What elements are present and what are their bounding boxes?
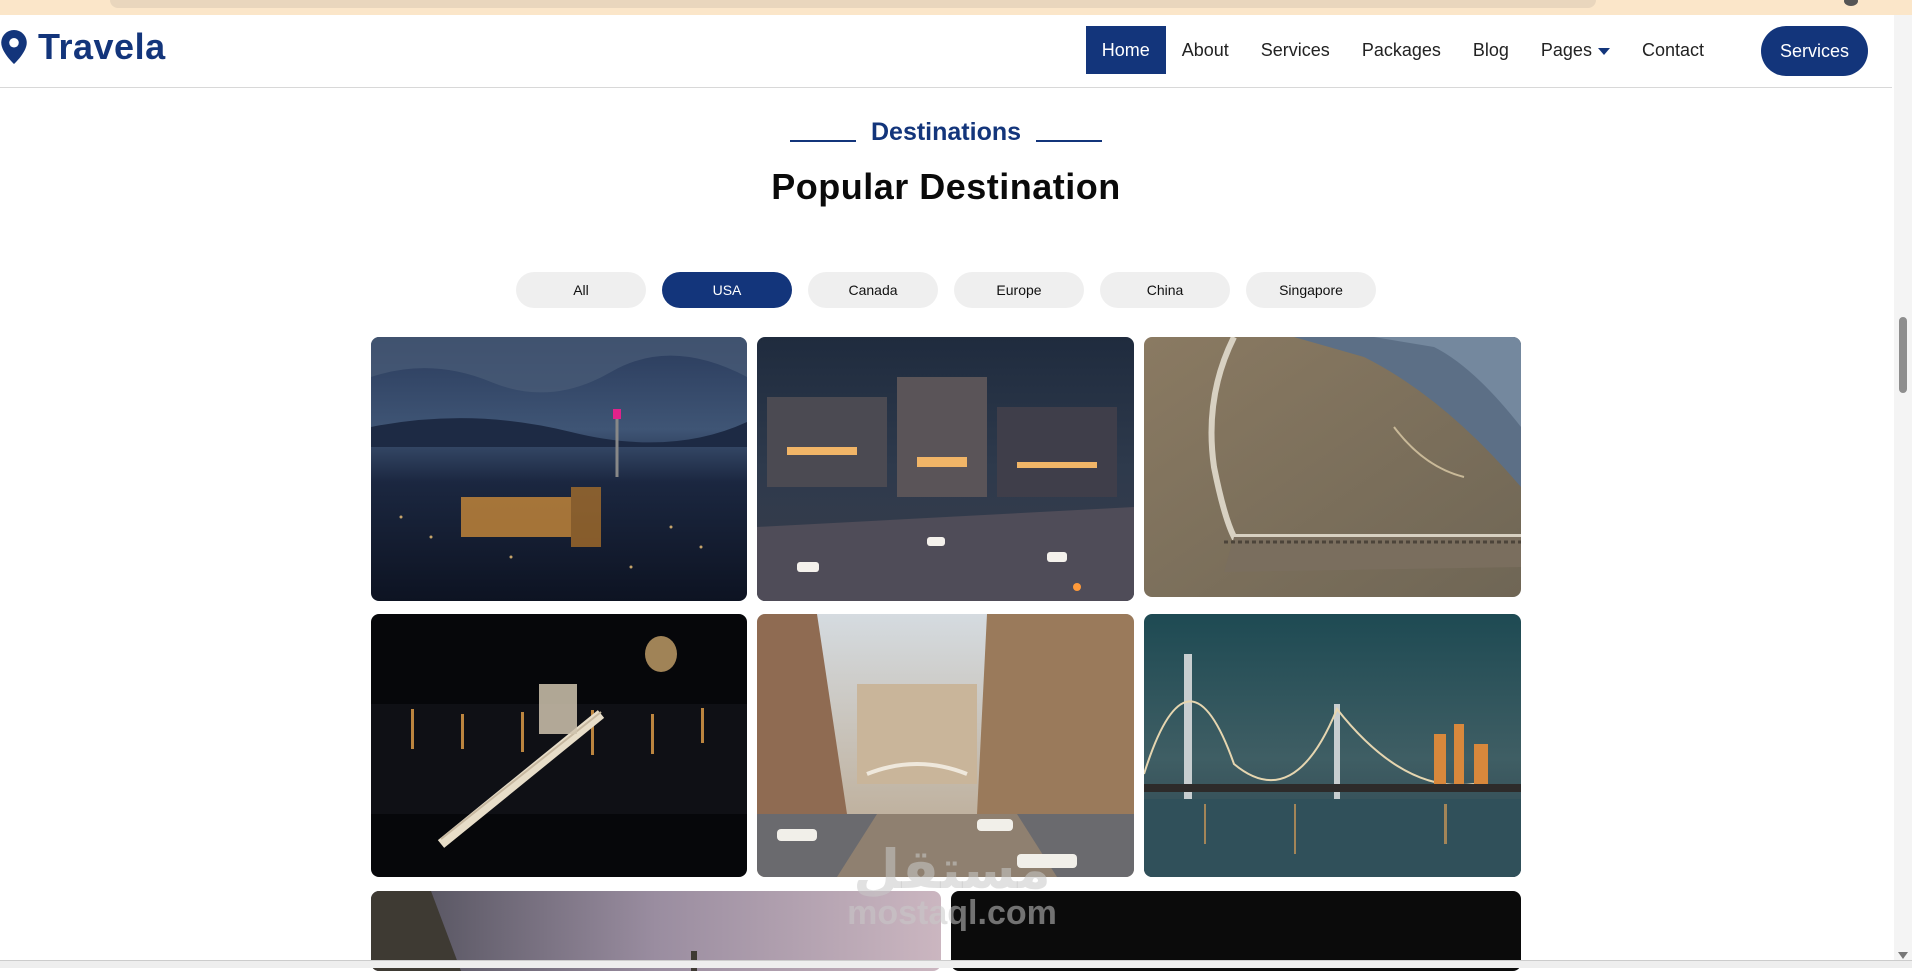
map-pin-icon (1, 30, 27, 64)
filter-all[interactable]: All (516, 272, 646, 308)
caret-down-icon (1597, 47, 1610, 55)
subtitle-rule-right (1035, 140, 1102, 143)
destination-image-great-wall[interactable] (1144, 337, 1521, 597)
destination-image-city-night[interactable] (371, 337, 747, 601)
watermark-arabic: مستقل (853, 838, 1051, 901)
scrollbar-thumb[interactable] (1899, 317, 1907, 393)
nav-services[interactable]: Services (1245, 26, 1346, 74)
section-subtitle: Destinations (0, 118, 1892, 147)
nav-about[interactable]: About (1166, 26, 1245, 74)
nav-pages-label: Pages (1540, 39, 1592, 60)
destination-image-town-square[interactable] (757, 337, 1134, 601)
filter-singapore[interactable]: Singapore (1246, 272, 1376, 308)
browser-top-strip (0, 0, 1912, 15)
destination-filters: All USA Canada Europe China Singapore (516, 272, 1376, 308)
scroll-down-arrow-icon[interactable] (1898, 952, 1908, 959)
filter-china[interactable]: China (1100, 272, 1230, 308)
subtitle-rule-left (790, 140, 857, 143)
destination-image-chain-bridge[interactable] (371, 614, 747, 877)
brand-name: Travela (38, 26, 166, 67)
watermark: مستقل mostaql.com (832, 838, 1072, 932)
nav-contact[interactable]: Contact (1626, 26, 1720, 74)
nav-blog[interactable]: Blog (1457, 26, 1525, 74)
page-scrollbar[interactable] (1894, 15, 1912, 967)
watermark-latin: mostaql.com (847, 894, 1057, 932)
navbar: Travela Home About Services Packages Blo… (0, 15, 1892, 88)
profile-icon[interactable] (1844, 0, 1858, 6)
nav-home[interactable]: Home (1085, 26, 1166, 74)
nav-pages-dropdown[interactable]: Pages (1525, 26, 1626, 74)
filter-usa[interactable]: USA (662, 272, 792, 308)
main-menu: Home About Services Packages Blog Pages … (1085, 26, 1720, 74)
nav-packages[interactable]: Packages (1346, 26, 1457, 74)
services-cta-button[interactable]: Services (1761, 26, 1868, 76)
section-subtitle-text: Destinations (870, 118, 1022, 146)
filter-canada[interactable]: Canada (808, 272, 938, 308)
filter-europe[interactable]: Europe (954, 272, 1084, 308)
brand[interactable]: Travela (0, 26, 166, 67)
address-bar[interactable] (110, 0, 1596, 8)
destination-image-bay-bridge[interactable] (1144, 614, 1521, 877)
section-title: Popular Destination (771, 166, 1121, 207)
